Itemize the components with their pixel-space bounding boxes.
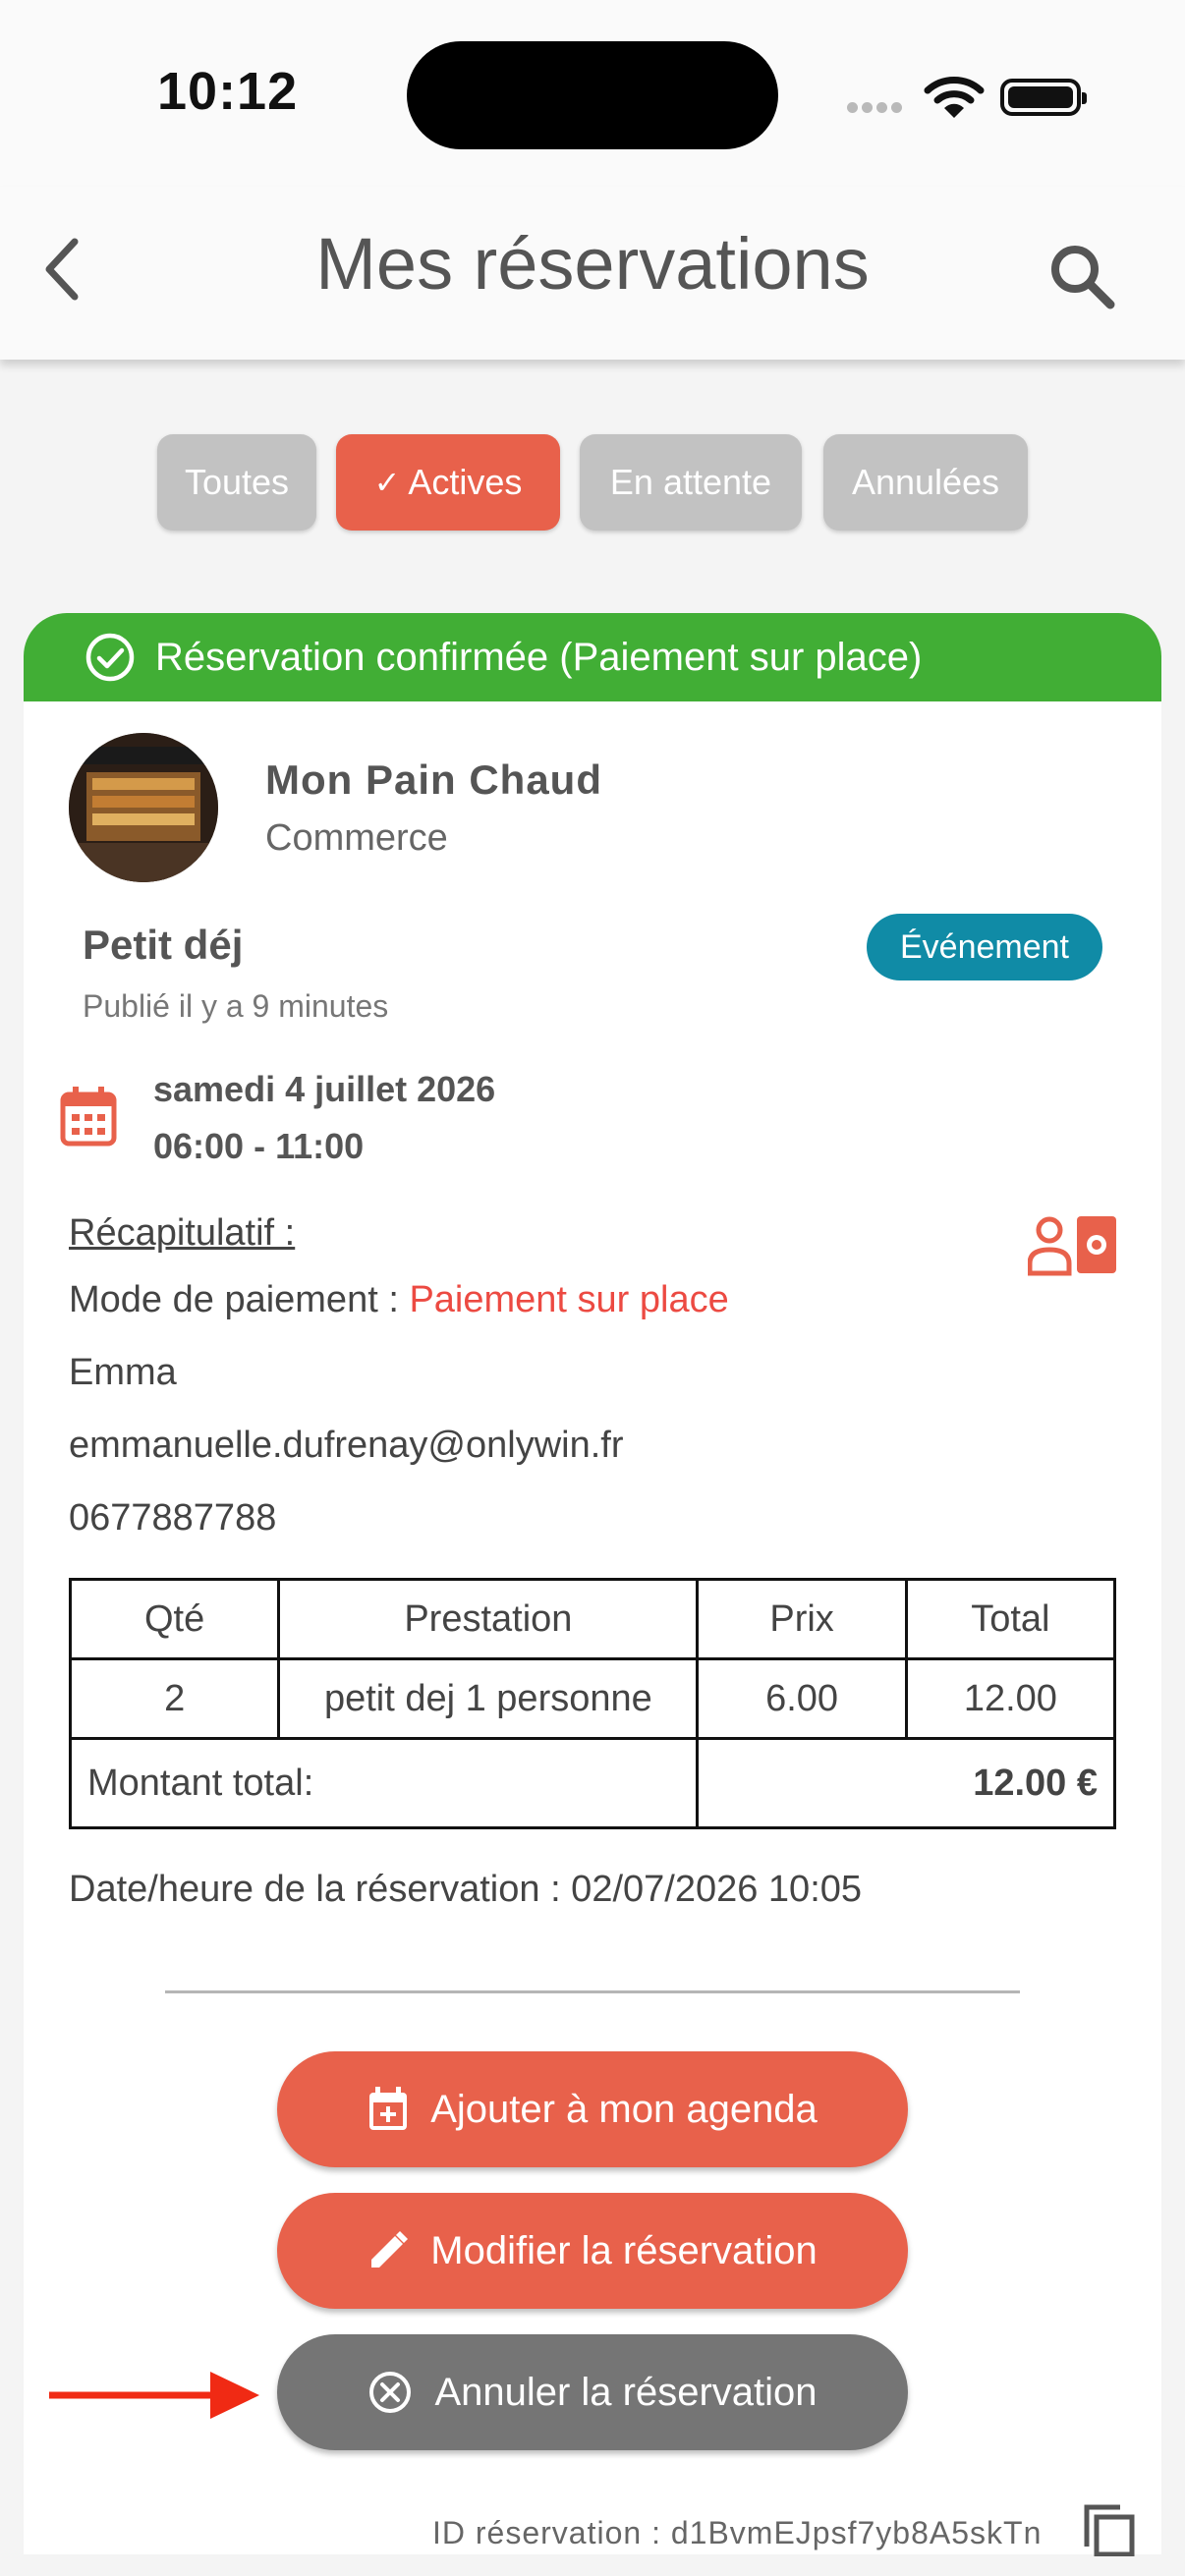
filter-chip-label: Actives [408, 462, 523, 502]
wifi-icon [924, 77, 985, 118]
event-hours: 06:00 - 11:00 [153, 1126, 365, 1166]
table-header: Total [904, 1578, 1117, 1660]
cancel-circle-icon [369, 2372, 412, 2413]
payment-mode-label: Mode de paiement : [69, 1279, 410, 1320]
edit-reservation-label: Modifier la réservation [430, 2228, 818, 2272]
table-header: Qté [68, 1578, 281, 1660]
filter-chip-active[interactable]: ✓ Actives [336, 434, 560, 531]
check-icon: ✓ [373, 465, 401, 500]
reservation-datetime: Date/heure de la réservation : 02/07/202… [69, 1869, 863, 1910]
customer-phone: 0677887788 [69, 1497, 277, 1539]
page-title: Mes réservations [315, 223, 870, 305]
order-table: Qté Prestation Prix Total 2 petit dej 1 … [68, 1578, 1117, 1829]
add-to-calendar-label: Ajouter à mon agenda [430, 2087, 818, 2131]
battery-icon [1000, 79, 1087, 116]
annotation-arrow-icon [49, 2372, 259, 2419]
recap-heading: Récapitulatif : [69, 1212, 296, 1254]
table-cell-price: 6.00 [696, 1657, 908, 1740]
table-header: Prestation [277, 1578, 700, 1660]
table-row: 2 petit dej 1 personne 6.00 12.00 [68, 1657, 1117, 1740]
total-label: Montant total: [68, 1737, 700, 1829]
customer-email: emmanuelle.dufrenay@onlywin.fr [69, 1425, 624, 1466]
divider [165, 1990, 1020, 1993]
shop-avatar [69, 733, 218, 882]
event-date: samedi 4 juillet 2026 [153, 1069, 496, 1109]
filter-chip-label: En attente [609, 462, 772, 502]
total-value: 12.00 € [696, 1737, 1116, 1829]
edit-reservation-button[interactable]: Modifier la réservation [277, 2193, 908, 2309]
status-banner: Réservation confirmée (Paiement sur plac… [24, 613, 1161, 701]
filter-chip-pending[interactable]: En attente [580, 434, 802, 531]
copy-icon[interactable] [1081, 2501, 1136, 2556]
shop-photo [69, 733, 218, 882]
signal-icon [847, 100, 906, 118]
pencil-icon [371, 2231, 409, 2268]
shop-type: Commerce [265, 817, 448, 859]
search-icon[interactable] [1047, 242, 1116, 310]
check-circle-icon [85, 633, 135, 682]
payment-mode: Mode de paiement : Paiement sur place [69, 1279, 729, 1321]
cancel-reservation-label: Annuler la réservation [434, 2370, 818, 2414]
offer-published: Publié il y a 9 minutes [83, 988, 389, 1024]
filter-chip-cancelled[interactable]: Annulées [823, 434, 1028, 531]
shop-name[interactable]: Mon Pain Chaud [265, 756, 602, 804]
calendar-icon [60, 1087, 117, 1147]
status-banner-text: Réservation confirmée (Paiement sur plac… [155, 635, 923, 679]
id-card-icon [1028, 1216, 1116, 1276]
table-header-row: Qté Prestation Prix Total [68, 1578, 1117, 1660]
table-header: Prix [696, 1578, 908, 1660]
table-cell-item: petit dej 1 personne [277, 1657, 700, 1740]
calendar-plus-icon [369, 2087, 408, 2130]
reservation-id: ID réservation : d1BvmEJpsf7yb8A5skTn [432, 2515, 1043, 2550]
filter-chip-label: Toutes [184, 462, 290, 502]
filter-chip-label: Annulées [851, 462, 1000, 502]
table-cell-total: 12.00 [904, 1657, 1117, 1740]
table-total-row: Montant total: 12.00 € [68, 1737, 1116, 1829]
cancel-reservation-button[interactable]: Annuler la réservation [277, 2334, 908, 2450]
event-badge: Événement [867, 914, 1102, 980]
dynamic-island [407, 41, 778, 149]
payment-mode-value: Paiement sur place [409, 1279, 729, 1320]
table-cell-qty: 2 [68, 1657, 281, 1740]
add-to-calendar-button[interactable]: Ajouter à mon agenda [277, 2051, 908, 2167]
filter-chip-all[interactable]: Toutes [157, 434, 316, 531]
offer-title: Petit déj [83, 922, 244, 968]
status-time: 10:12 [157, 62, 299, 121]
customer-name: Emma [69, 1352, 177, 1393]
